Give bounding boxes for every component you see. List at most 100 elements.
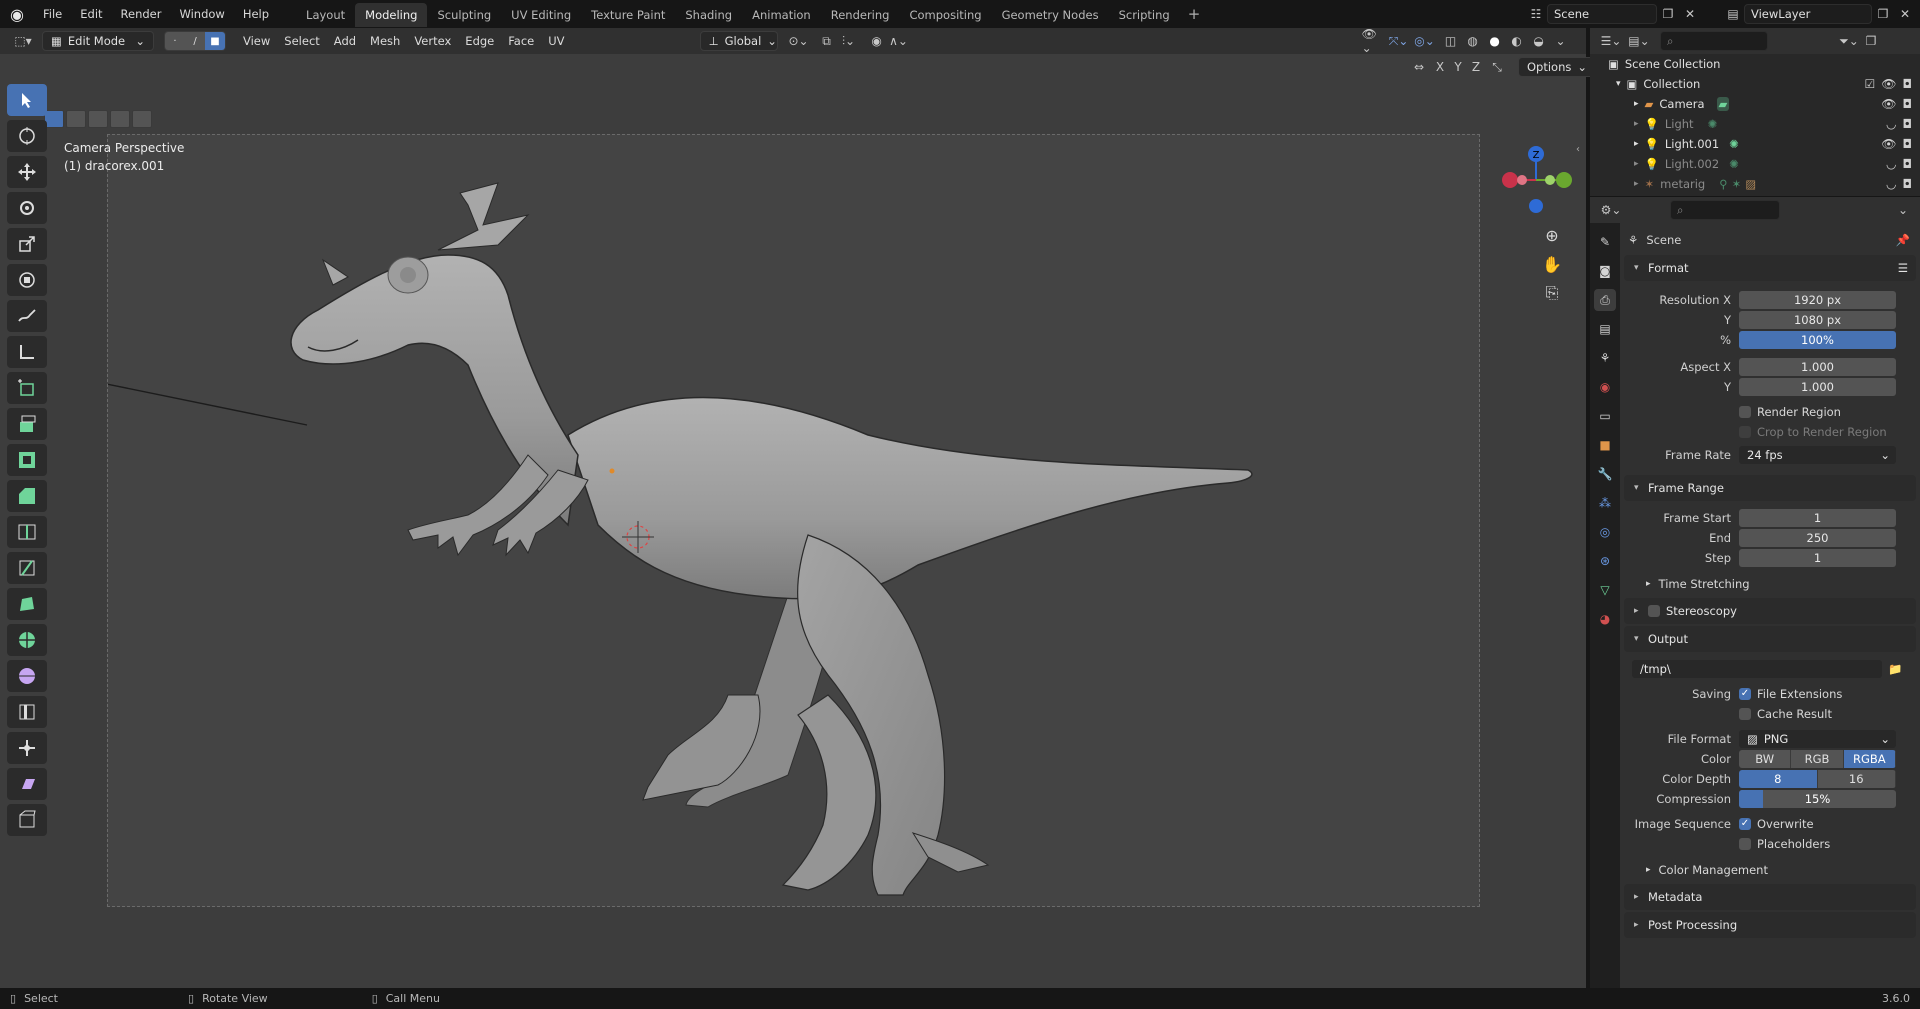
pivot-point-icon[interactable]: ⊙⌄ [788,31,810,51]
proportional-edit-icon[interactable]: ◉ [866,31,888,51]
tab-layout[interactable]: Layout [296,3,355,27]
camera-render-icon[interactable]: ◘ [1903,77,1913,91]
aspect-x-field[interactable]: 1.000 [1739,357,1896,376]
color-bw-option[interactable]: BW [1739,749,1792,768]
sidebar-toggle-icon[interactable]: ‹ [1576,144,1580,155]
annotate-tool[interactable] [7,300,47,332]
tab-scripting[interactable]: Scripting [1109,3,1180,27]
render-tab-icon[interactable]: ◙ [1594,260,1616,282]
delete-scene-icon[interactable]: ✕ [1679,4,1701,24]
physics-tab-icon[interactable]: ◎ [1594,521,1616,543]
expand-arrow-icon[interactable]: ▸ [1634,119,1639,129]
color-rgba-option[interactable]: RGBA [1843,749,1896,768]
scene-icon[interactable]: ☷ [1525,4,1547,24]
shading-options-icon[interactable]: ⌄ [1550,31,1572,51]
collection-tab-icon[interactable]: ▭ [1594,405,1616,427]
view-layer-tab-icon[interactable]: ▤ [1594,318,1616,340]
file-format-dropdown[interactable]: ▨ PNG ⌄ [1739,729,1896,748]
color-rgb-option[interactable]: RGB [1791,749,1844,768]
eye-closed-icon[interactable]: ◡ [1886,117,1896,131]
expand-arrow-icon[interactable]: ▾ [1616,79,1621,89]
blender-logo-icon[interactable]: ◉ [0,5,34,24]
aspect-y-field[interactable]: 1.000 [1739,377,1896,396]
shrink-fatten-tool[interactable] [7,732,47,764]
color-depth-16-option[interactable]: 16 [1817,769,1896,788]
material-tab-icon[interactable]: ◕ [1594,608,1616,630]
scene-collection-row[interactable]: ▣ Scene Collection [1590,54,1920,74]
pose-icon[interactable]: ✶ [1732,177,1742,191]
light-data-icon[interactable]: ✺ [1729,157,1739,171]
options-dropdown[interactable]: Options ⌄ [1518,57,1597,77]
snap-target-icon[interactable]: ⫶⌄ [838,31,860,51]
snap-icon[interactable]: ⧉ [816,31,838,51]
camera-render-icon[interactable]: ◘ [1903,157,1913,171]
scene-tab-icon[interactable]: ⚘ [1594,347,1616,369]
material-shading-icon[interactable]: ◐ [1506,31,1528,51]
rotate-tool[interactable] [7,192,47,224]
data-tab-icon[interactable]: ▽ [1594,579,1616,601]
tab-shading[interactable]: Shading [675,3,742,27]
menu-edge[interactable]: Edge [458,31,501,51]
format-panel-header[interactable]: ▾ Format ☰ [1624,255,1916,281]
smooth-tool[interactable] [7,660,47,692]
inset-tool[interactable] [7,444,47,476]
shear-tool[interactable] [7,768,47,800]
view-layer-field[interactable]: ViewLayer [1744,4,1872,24]
light-data-icon[interactable]: ✺ [1729,137,1739,151]
outliner-item-light-002[interactable]: ▸ 💡 Light.002 ✺ ◡ ◘ [1590,154,1920,174]
mirror-y-toggle[interactable]: Y [1450,57,1466,77]
display-mode-icon[interactable]: ▤⌄ [1628,31,1650,51]
outliner-item-light[interactable]: ▸ 💡 Light ✺ ◡ ◘ [1590,114,1920,134]
object-tab-icon[interactable]: ■ [1594,434,1616,456]
properties-editor-icon[interactable]: ⚙⌄ [1600,200,1622,220]
outliner-editor-icon[interactable]: ☰⌄ [1600,31,1622,51]
camera-render-icon[interactable]: ◘ [1903,137,1913,151]
gizmo-toggle-icon[interactable]: ⤧⌄ [1388,31,1410,51]
light-data-icon[interactable]: ✺ [1708,117,1718,131]
face-select-icon[interactable]: ■ [205,32,225,50]
checkbox-icon[interactable]: ☑ [1865,77,1876,91]
menu-vertex[interactable]: Vertex [407,31,458,51]
properties-search-input[interactable]: ⌕ [1670,200,1780,220]
outliner-item-metarig[interactable]: ▸ ✶ metarig ⚲ ✶ ▨ ◡ ◘ [1590,174,1920,194]
crop-region-checkbox[interactable]: Crop to Render Region [1739,425,1887,439]
outliner-item-camera[interactable]: ▸ ▰ Camera ▰ 👁 ◘ [1590,94,1920,114]
world-tab-icon[interactable]: ◉ [1594,376,1616,398]
zoom-icon[interactable]: ⊕ [1538,221,1566,249]
expand-arrow-icon[interactable]: ▸ [1634,139,1639,149]
eye-icon[interactable]: 👁 [1881,77,1896,91]
post-processing-panel-header[interactable]: ▸ Post Processing [1624,912,1916,938]
edge-slide-tool[interactable] [7,696,47,728]
pan-hand-icon[interactable]: ✋ [1538,250,1566,278]
tab-modeling[interactable]: Modeling [355,3,428,27]
filter-icon[interactable]: ⏷⌄ [1838,31,1860,51]
placeholders-checkbox[interactable]: Placeholders [1739,837,1830,851]
tab-texture-paint[interactable]: Texture Paint [581,3,675,27]
color-management-header[interactable]: ▸ Color Management [1620,858,1920,882]
frame-end-field[interactable]: 250 [1739,528,1896,547]
transform-tool[interactable] [7,264,47,296]
mode-dropdown[interactable]: ▦ Edit Mode ⌄ [42,31,154,51]
outliner-item-light-001[interactable]: ▸ 💡 Light.001 ✺ 👁 ◘ [1590,134,1920,154]
edge-select-icon[interactable]: / [185,32,205,50]
visibility-icon[interactable]: 👁⌄ [1362,27,1384,55]
menu-render[interactable]: Render [112,0,171,28]
render-region-checkbox[interactable]: Render Region [1739,405,1841,419]
cursor-tool[interactable] [7,120,47,152]
rip-region-tool[interactable] [7,804,47,836]
collection-row[interactable]: ▾ ▣ Collection ☑ 👁 ◘ [1590,74,1920,94]
overwrite-checkbox[interactable]: ✓ Overwrite [1739,817,1814,831]
camera-render-icon[interactable]: ◘ [1903,117,1913,131]
rendered-shading-icon[interactable]: ◒ [1528,31,1550,51]
xray-toggle-icon[interactable]: ◫ [1440,31,1462,51]
3d-viewport[interactable]: Camera Perspective (1) dracorex.001 ⇔ X … [0,54,1597,988]
compression-slider[interactable]: 15% [1739,789,1896,808]
extrude-tool[interactable] [7,408,47,440]
transform-orientation-dropdown[interactable]: ⊥ Global ⌄ [699,31,778,51]
camera-render-icon[interactable]: ◘ [1903,177,1913,191]
frame-start-field[interactable]: 1 [1739,508,1896,527]
solid-shading-icon[interactable]: ● [1484,31,1506,51]
select-subtract-icon[interactable] [88,110,108,128]
eye-closed-icon[interactable]: ◡ [1886,157,1896,171]
tab-geometry-nodes[interactable]: Geometry Nodes [992,3,1109,27]
